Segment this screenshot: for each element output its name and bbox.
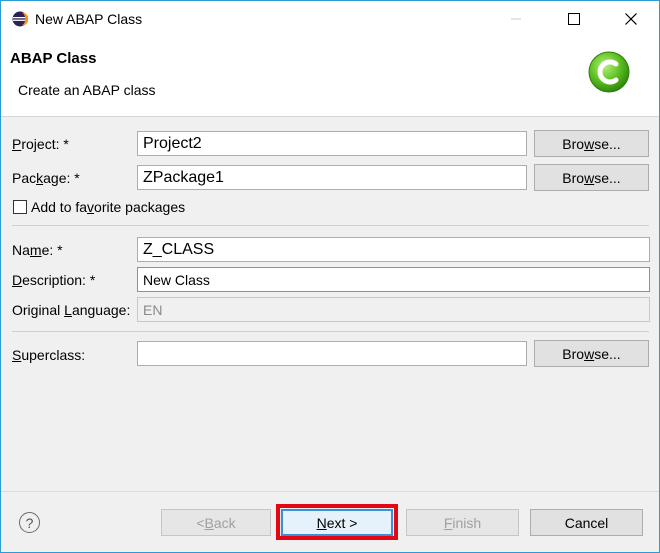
original-language-label: Original Language: [12,302,131,318]
minimize-button[interactable] [493,1,539,37]
eclipse-icon [12,11,28,27]
window-title: New ABAP Class [35,11,143,27]
help-icon[interactable]: ? [19,512,40,533]
name-label: Name: * [12,242,63,258]
name-field[interactable]: Z_CLASS [137,237,650,262]
project-field[interactable]: Project2 [137,131,527,156]
original-language-field: EN [137,297,650,322]
new-abap-class-dialog: New ABAP Class ABAP Class Create an ABAP… [0,0,660,553]
page-title: ABAP Class [10,50,97,67]
project-label: Project: * [12,136,69,152]
separator [12,331,649,332]
project-browse-button[interactable]: Bro w se... [534,130,649,157]
abap-class-logo-icon [588,51,630,93]
superclass-browse-button[interactable]: Bro w se... [534,340,649,367]
finish-button[interactable]: Finish [406,509,519,536]
footer-separator [1,491,659,492]
close-button[interactable] [608,1,654,37]
back-button[interactable]: < Back [161,509,271,536]
cancel-button[interactable]: Cancel [530,509,643,536]
separator [12,225,649,226]
package-browse-button[interactable]: Bro w se... [534,164,649,191]
superclass-label: Superclass: [12,347,86,363]
package-field[interactable]: ZPackage1 [137,165,527,190]
close-icon [625,13,637,25]
add-to-favorites-checkbox[interactable] [13,200,27,214]
superclass-field[interactable] [137,341,527,366]
minimize-icon [511,18,521,20]
add-to-favorites-label: Add to favorite packages [31,199,186,215]
description-field[interactable]: New Class [137,267,650,292]
package-label: Package: * [12,170,80,186]
next-button-highlight [276,504,398,540]
title-bar: New ABAP Class [1,1,659,37]
maximize-icon [568,13,580,25]
wizard-banner: ABAP Class Create an ABAP class [1,37,659,117]
page-description: Create an ABAP class [18,82,156,98]
description-label: Description: * [12,272,96,288]
maximize-button[interactable] [551,1,597,37]
